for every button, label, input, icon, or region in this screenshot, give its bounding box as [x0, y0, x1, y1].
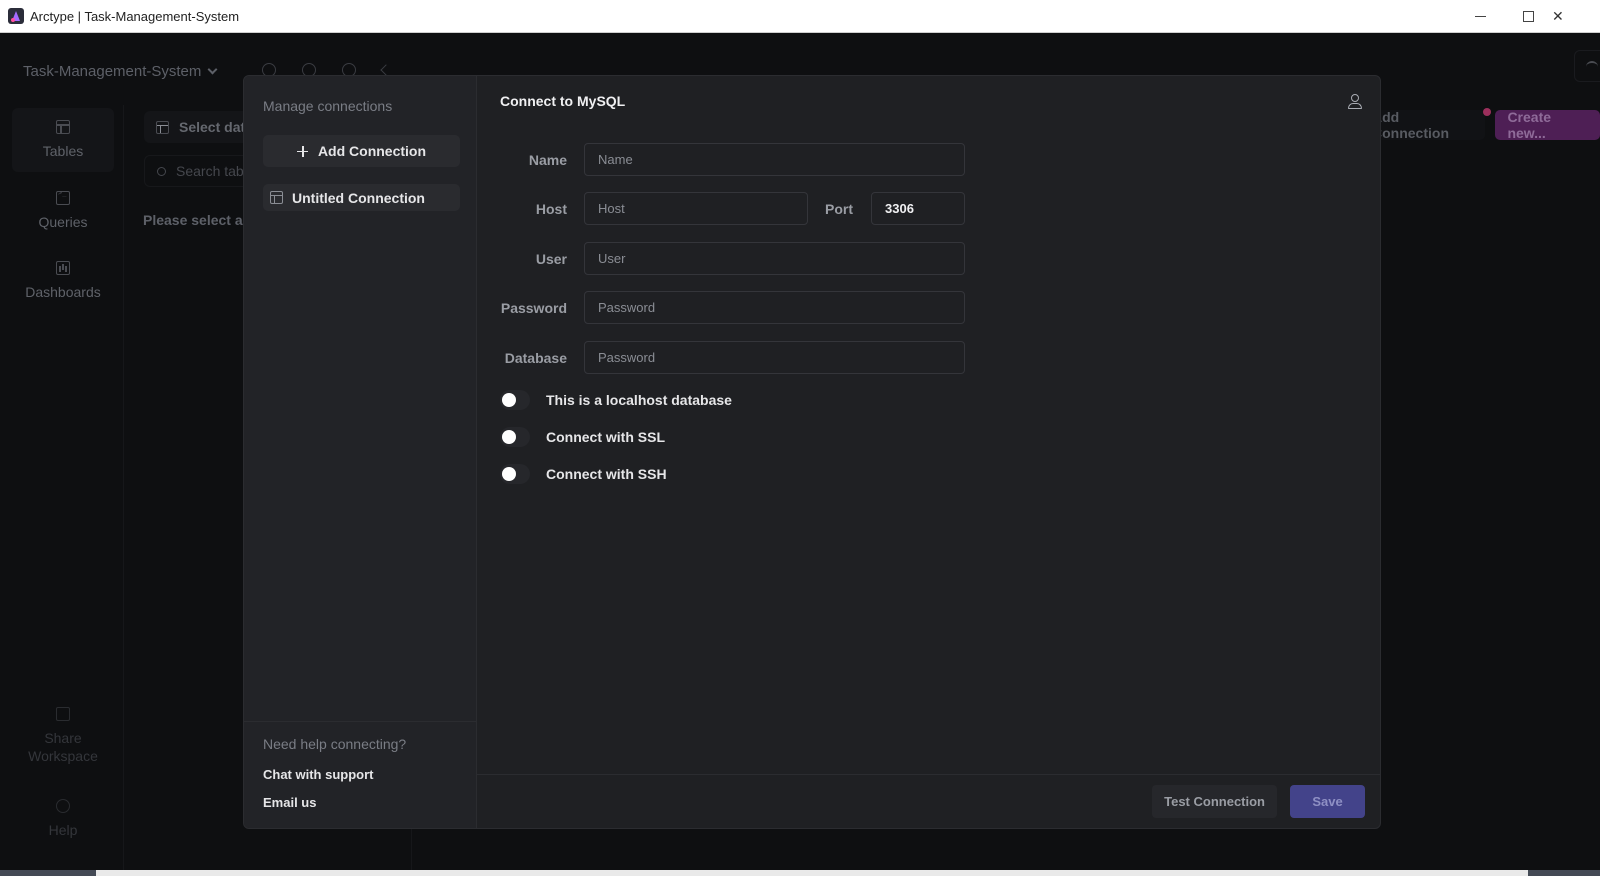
user-icon[interactable]	[1348, 94, 1362, 110]
localhost-toggle-row: This is a localhost database	[500, 390, 732, 410]
workspace-switcher[interactable]: Task-Management-System	[23, 63, 218, 80]
window-titlebar: Arctype | Task-Management-System ✕	[0, 0, 1600, 33]
ssl-toggle-row: Connect with SSL	[500, 427, 665, 447]
terminal-icon	[56, 189, 70, 205]
user-input[interactable]	[584, 242, 965, 275]
notification-dot	[1483, 108, 1492, 116]
rail-item-dashboards[interactable]: Dashboards	[12, 249, 114, 313]
rail-label: Queries	[38, 214, 88, 230]
localhost-toggle[interactable]	[500, 390, 530, 410]
save-button[interactable]: Save	[1290, 785, 1365, 818]
left-rail: Tables Queries Dashboards Share Workspac…	[0, 105, 124, 870]
search-icon	[157, 166, 166, 176]
name-input[interactable]	[584, 143, 965, 176]
port-input[interactable]	[871, 192, 965, 225]
connection-modal: Manage connections Add Connection Untitl…	[243, 75, 1381, 829]
strip-segment	[1528, 870, 1600, 876]
toggle-knob	[502, 393, 516, 407]
toggle-knob	[502, 467, 516, 481]
close-icon: ✕	[1552, 8, 1564, 24]
rail-label: Share Workspace	[28, 730, 98, 764]
maximize-button[interactable]	[1504, 0, 1552, 33]
modal-title: Connect to MySQL	[500, 93, 626, 109]
connection-form-panel: Connect to MySQL Name Host Port User Pas…	[477, 76, 1380, 828]
database-input[interactable]	[584, 341, 965, 374]
minimize-icon	[1474, 16, 1486, 17]
arctype-logo-icon	[8, 8, 24, 24]
window-title: Arctype | Task-Management-System	[30, 8, 240, 24]
chat-with-support-link[interactable]: Chat with support	[263, 767, 374, 782]
database-row: Database	[477, 341, 965, 374]
workspace-name: Task-Management-System	[23, 63, 202, 80]
rail-item-help[interactable]: Help	[12, 787, 114, 851]
add-connection-button[interactable]: Add Connection	[263, 135, 460, 167]
maximize-icon	[1522, 11, 1534, 22]
toggle-knob	[502, 430, 516, 444]
wifi-icon	[1586, 61, 1598, 73]
collapse-icon[interactable]	[380, 64, 392, 76]
ssh-toggle-row: Connect with SSH	[500, 464, 667, 484]
password-label: Password	[500, 299, 567, 316]
ssl-toggle-label: Connect with SSL	[546, 429, 665, 445]
user-icon-body	[1348, 103, 1362, 109]
table-icon	[56, 120, 70, 134]
close-button[interactable]: ✕	[1552, 0, 1600, 33]
password-input[interactable]	[584, 291, 965, 324]
empty-state-text: Please select a	[143, 212, 243, 228]
connection-status-button[interactable]	[1574, 50, 1600, 82]
create-new-button[interactable]: Create new...	[1495, 109, 1600, 141]
plus-icon	[296, 145, 308, 157]
add-connection-label: Add Connection	[1372, 109, 1449, 141]
port-label: Port	[825, 200, 853, 217]
host-input[interactable]	[584, 192, 808, 225]
rail-item-queries[interactable]: Queries	[12, 179, 114, 243]
ssh-toggle[interactable]	[500, 464, 530, 484]
header-actions: Add Connection Create new...	[1360, 108, 1600, 141]
table-icon	[270, 191, 283, 204]
add-connection-label: Add Connection	[317, 143, 427, 159]
window-controls: ✕	[1456, 0, 1600, 33]
user-icon-head	[1351, 94, 1359, 102]
test-connection-button[interactable]: Test Connection	[1152, 785, 1277, 818]
localhost-toggle-label: This is a localhost database	[546, 392, 732, 408]
rail-item-share-workspace[interactable]: Share Workspace	[12, 700, 114, 772]
user-row: User	[477, 242, 965, 275]
chevron-down-icon	[207, 64, 218, 75]
divider	[244, 721, 477, 722]
name-label: Name	[528, 151, 567, 168]
rail-label: Help	[48, 822, 78, 838]
select-database-label: Select dat	[179, 119, 246, 135]
help-circle-icon	[56, 799, 70, 813]
rail-label: Tables	[42, 143, 84, 159]
create-new-label: Create new...	[1507, 109, 1552, 141]
database-label: Database	[504, 349, 567, 366]
host-label: Host	[535, 200, 567, 217]
manage-connections-sidebar: Manage connections Add Connection Untitl…	[244, 76, 477, 828]
search-placeholder: Search tab	[176, 163, 244, 179]
rail-item-tables[interactable]: Tables	[12, 108, 114, 172]
connection-label: Untitled Connection	[292, 189, 425, 206]
minimize-button[interactable]	[1456, 0, 1504, 33]
email-us-link[interactable]: Email us	[263, 795, 316, 810]
strip-segment	[0, 870, 96, 876]
taskbar-strip	[0, 870, 1600, 876]
external-link-icon	[56, 707, 70, 721]
rail-label: Dashboards	[25, 284, 101, 300]
password-row: Password	[477, 291, 965, 324]
connection-list-item[interactable]: Untitled Connection	[263, 184, 460, 211]
modal-footer: Test Connection Save	[477, 774, 1380, 828]
user-label: User	[535, 250, 567, 267]
table-icon	[156, 120, 169, 134]
ssh-toggle-label: Connect with SSH	[546, 466, 667, 482]
ssl-toggle[interactable]	[500, 427, 530, 447]
help-title: Need help connecting?	[263, 736, 407, 752]
host-row: Host Port	[477, 192, 965, 225]
bar-chart-icon	[56, 261, 70, 275]
name-row: Name	[477, 143, 965, 176]
sidebar-title: Manage connections	[263, 98, 393, 114]
